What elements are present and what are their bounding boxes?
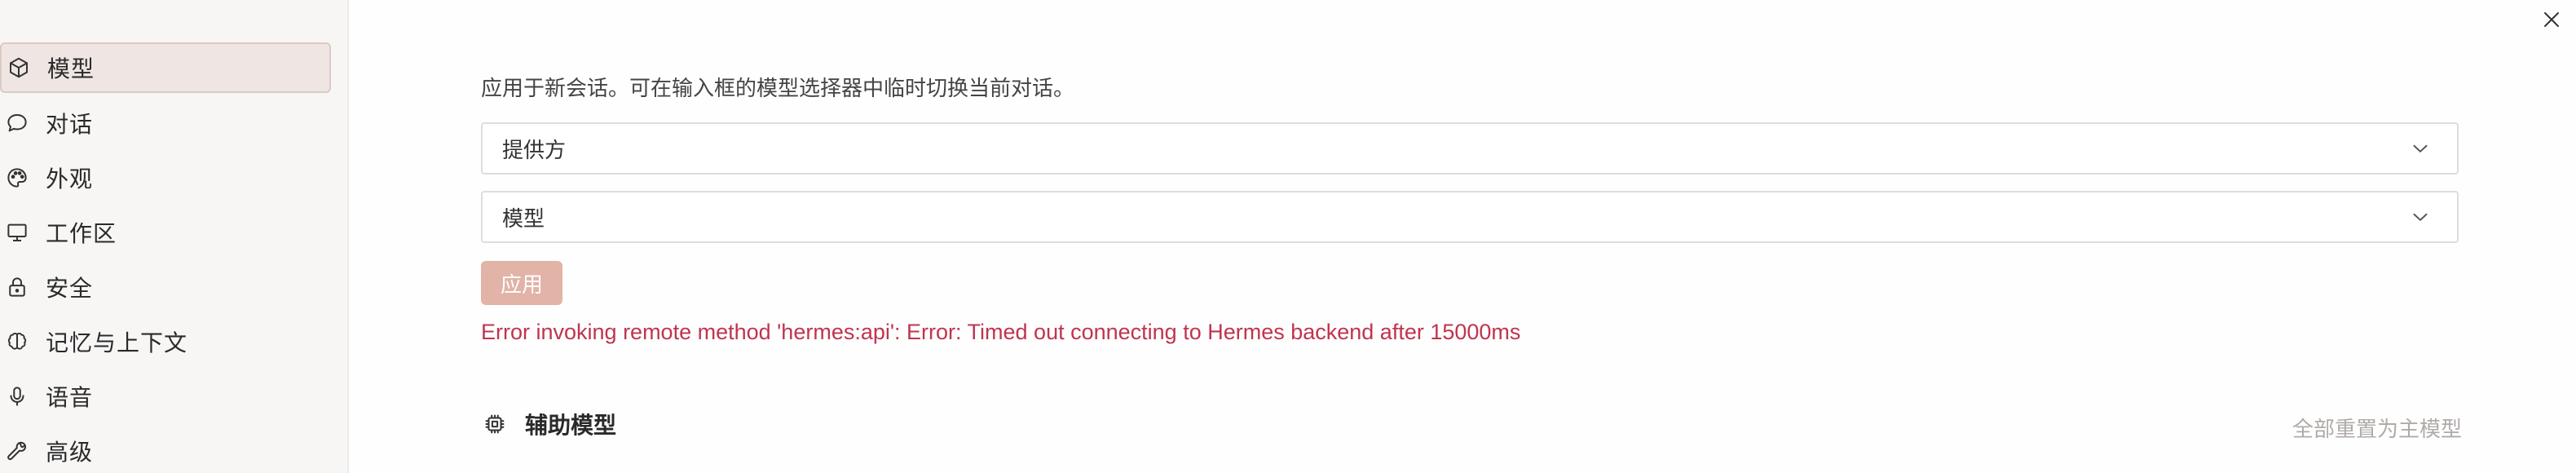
- brain-icon: [3, 328, 31, 356]
- sidebar-item-label: 外观: [46, 166, 94, 192]
- chevron-down-icon: [2408, 136, 2433, 161]
- settings-window: 模型 对话 外观 工作区 安全 记忆与上下文 语音 高级 应用于新会话。可在输入…: [0, 0, 2576, 473]
- sidebar-item-chat[interactable]: 对话: [0, 98, 331, 148]
- model-select-value: 模型: [502, 206, 545, 232]
- model-settings-panel: 应用于新会话。可在输入框的模型选择器中临时切换当前对话。 提供方 模型 应用 E…: [481, 0, 2462, 473]
- model-select[interactable]: 模型: [481, 191, 2459, 243]
- sidebar-item-label: 安全: [46, 275, 94, 302]
- section-description: 应用于新会话。可在输入框的模型选择器中临时切换当前对话。: [481, 77, 1075, 101]
- chevron-down-icon: [2408, 205, 2433, 229]
- sidebar-item-workspace[interactable]: 工作区: [0, 207, 331, 258]
- sidebar-item-label: 高级: [46, 439, 94, 466]
- microphone-icon: [3, 382, 31, 410]
- wrench-icon: [3, 437, 31, 465]
- aux-models-title: 辅助模型: [525, 412, 617, 439]
- sidebar-item-models[interactable]: 模型: [0, 42, 331, 93]
- apply-button[interactable]: 应用: [481, 261, 562, 305]
- sidebar-item-label: 模型: [47, 55, 95, 82]
- sidebar-item-label: 工作区: [46, 220, 117, 247]
- sidebar-item-label: 记忆与上下文: [46, 329, 188, 356]
- lock-icon: [3, 273, 31, 301]
- settings-sidebar: 模型 对话 外观 工作区 安全 记忆与上下文 语音 高级: [0, 0, 349, 473]
- close-icon: [2544, 12, 2559, 27]
- error-message: Error invoking remote method 'hermes:api…: [481, 320, 1521, 344]
- close-button[interactable]: [2537, 5, 2566, 34]
- provider-select[interactable]: 提供方: [481, 122, 2459, 175]
- sidebar-item-advanced[interactable]: 高级: [0, 426, 331, 473]
- sidebar-item-security[interactable]: 安全: [0, 262, 331, 312]
- provider-select-value: 提供方: [502, 138, 567, 163]
- sidebar-item-voice[interactable]: 语音: [0, 371, 331, 422]
- aux-models-header: 辅助模型: [481, 408, 616, 440]
- sidebar-item-memory-context[interactable]: 记忆与上下文: [0, 316, 331, 367]
- sidebar-item-appearance[interactable]: 外观: [0, 153, 331, 203]
- cube-icon: [5, 54, 33, 82]
- palette-icon: [3, 164, 31, 192]
- chip-icon: [481, 410, 509, 438]
- sidebar-item-label: 语音: [46, 384, 94, 411]
- chat-bubble-icon: [3, 109, 31, 137]
- monitor-icon: [3, 219, 31, 246]
- reset-all-to-main-model-button[interactable]: 全部重置为主模型: [2292, 413, 2462, 443]
- sidebar-item-label: 对话: [46, 111, 94, 138]
